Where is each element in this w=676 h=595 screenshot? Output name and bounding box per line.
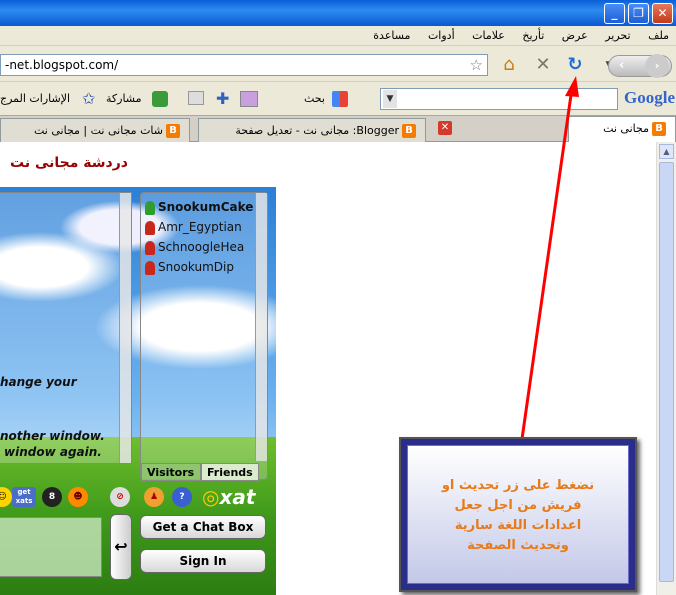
arrow-line [517, 87, 574, 461]
callout-line: وتحديث الصفحة [467, 538, 569, 553]
callout-line: اعدادات اللغة سارية [454, 518, 582, 533]
instruction-callout: نضغط على زر تحديث او فريش من اجل جعل اعد… [399, 437, 637, 592]
callout-line: فريش من اجل جعل [454, 498, 582, 513]
callout-body: نضغط على زر تحديث او فريش من اجل جعل اعد… [407, 445, 629, 584]
arrow-head [565, 76, 579, 97]
callout-line: نضغط على زر تحديث او [441, 478, 595, 493]
